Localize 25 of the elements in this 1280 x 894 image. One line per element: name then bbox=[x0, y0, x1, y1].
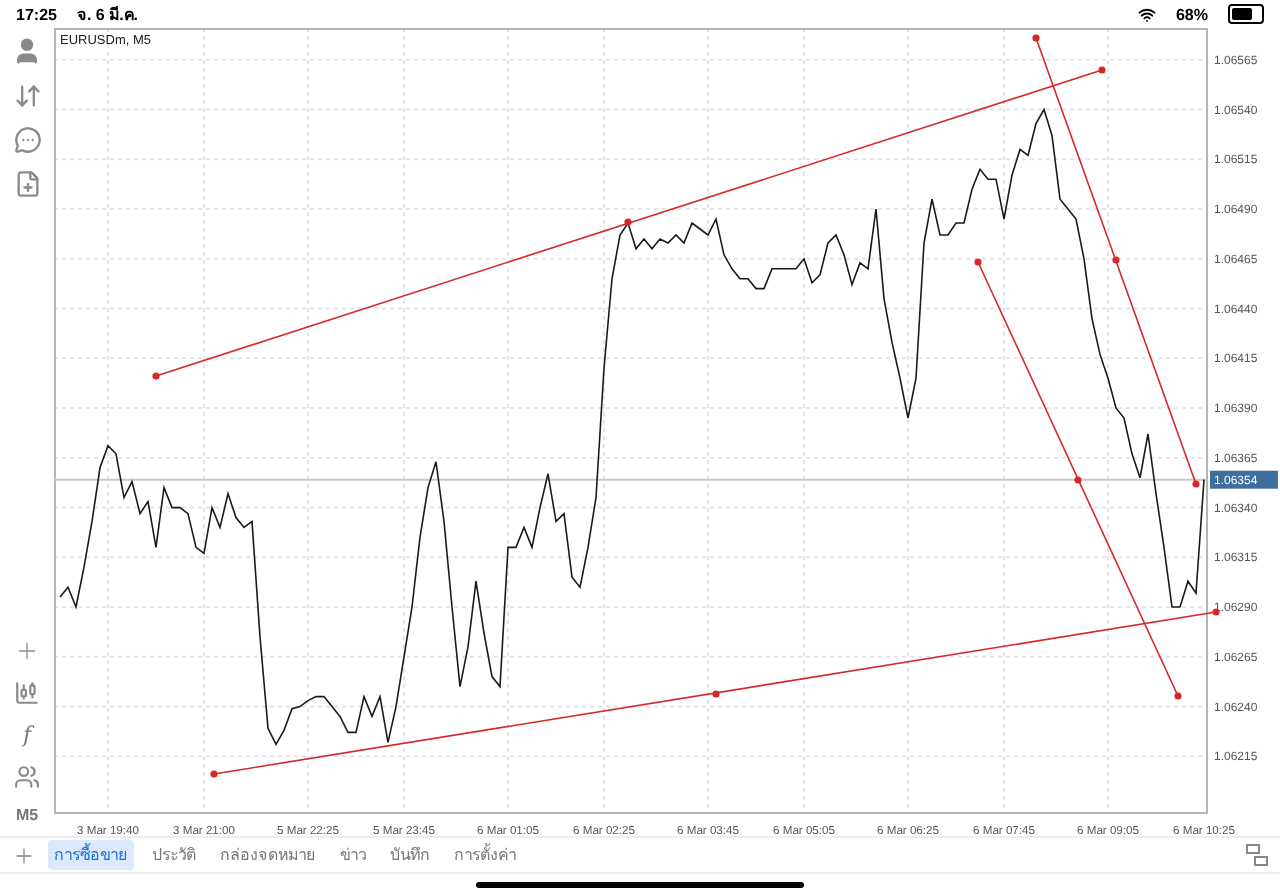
timeframe-label[interactable]: M5 bbox=[15, 806, 39, 824]
candlestick-icon[interactable] bbox=[14, 680, 40, 706]
split-view-icon[interactable] bbox=[1246, 844, 1268, 866]
tab[interactable]: ข่าว bbox=[334, 840, 372, 870]
battery-percent: 68% bbox=[1175, 5, 1208, 23]
date: จ. 6 มี.ค. bbox=[76, 3, 139, 27]
users-icon[interactable] bbox=[14, 764, 40, 790]
trend-line[interactable] bbox=[152, 66, 1106, 380]
tab[interactable]: บันทึก bbox=[384, 840, 436, 870]
tab[interactable]: การตั้งค่า bbox=[448, 840, 522, 870]
wifi-icon bbox=[1137, 5, 1156, 23]
crosshair-icon[interactable] bbox=[14, 638, 40, 664]
tab[interactable]: ประวัติ bbox=[146, 840, 202, 870]
trend-line[interactable] bbox=[1032, 34, 1200, 488]
tab[interactable]: กล่องจดหมาย bbox=[214, 840, 322, 870]
file-plus-icon[interactable] bbox=[13, 170, 41, 198]
user-icon[interactable] bbox=[12, 36, 42, 66]
tab[interactable]: การซื้อขาย bbox=[48, 840, 134, 870]
clock: 17:25 bbox=[16, 5, 57, 23]
add-button[interactable] bbox=[12, 843, 36, 867]
arrows-icon[interactable] bbox=[13, 82, 41, 110]
chat-icon[interactable] bbox=[13, 126, 41, 154]
battery-icon bbox=[1228, 4, 1264, 24]
function-icon[interactable]: f bbox=[22, 722, 32, 748]
trend-line[interactable] bbox=[974, 258, 1182, 700]
